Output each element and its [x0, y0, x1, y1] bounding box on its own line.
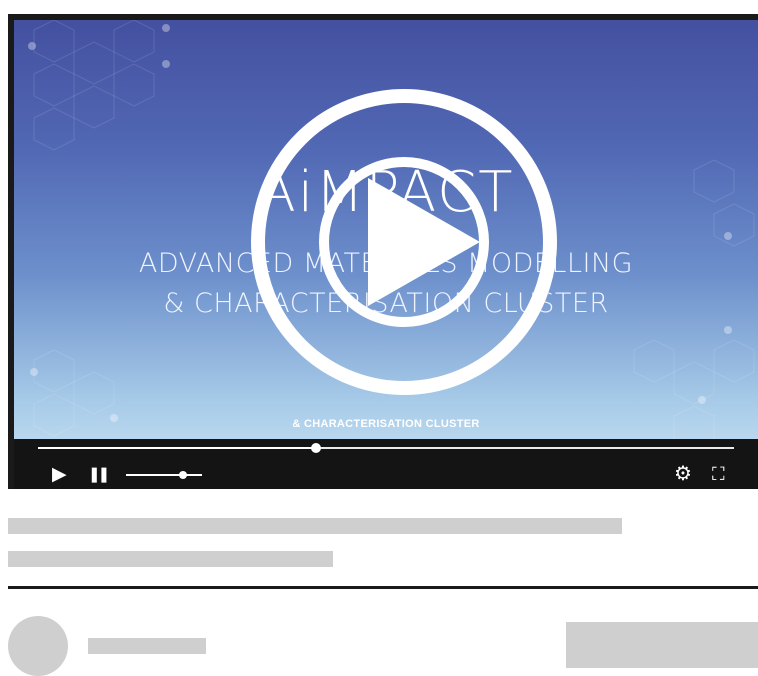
pause-icon[interactable]: ❚❚	[88, 465, 110, 484]
progress-bar[interactable]	[38, 443, 734, 453]
progress-fill	[38, 447, 317, 449]
progress-handle[interactable]	[311, 443, 322, 453]
play-triangle-icon	[368, 178, 480, 306]
divider	[8, 586, 758, 589]
skeleton-title-line	[8, 518, 622, 534]
big-play-button[interactable]	[248, 86, 560, 398]
play-icon[interactable]: ▶	[52, 465, 67, 484]
skeleton-subscribe-button	[566, 622, 758, 668]
control-bar: ▶ ❚❚ ⚙ ⛶	[14, 439, 758, 489]
volume-handle[interactable]	[179, 471, 187, 479]
video-player[interactable]: AiMPACT ADVANCED MATERIALS MODELLING & C…	[8, 14, 758, 489]
settings-icon[interactable]: ⚙	[674, 464, 692, 484]
fullscreen-icon[interactable]: ⛶	[712, 465, 725, 484]
avatar	[8, 616, 68, 676]
video-caption: & CHARACTERISATION CLUSTER	[292, 418, 480, 430]
skeleton-subtitle-line	[8, 551, 333, 567]
volume-slider[interactable]	[126, 471, 202, 479]
skeleton-channel-name	[88, 638, 206, 654]
